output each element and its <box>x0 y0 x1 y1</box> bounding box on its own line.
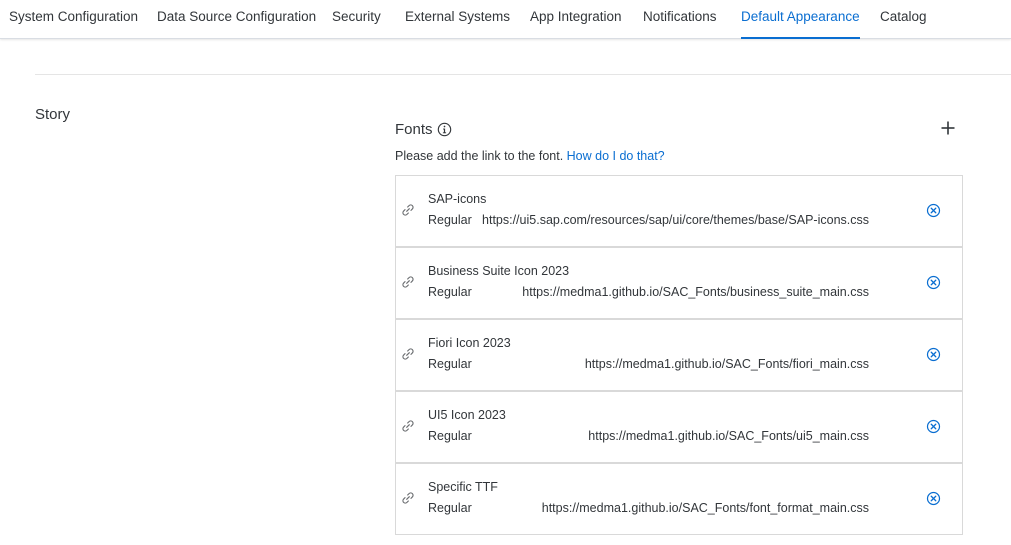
font-name: Business Suite Icon 2023 <box>428 264 570 278</box>
section-divider <box>35 74 1011 75</box>
remove-font-icon[interactable] <box>926 203 941 218</box>
font-list-item[interactable]: SAP-icons Regular https://ui5.sap.com/reso… <box>395 175 963 247</box>
remove-font-icon[interactable] <box>926 419 941 434</box>
font-name: UI5 Icon 2023 <box>428 408 506 422</box>
font-style: Regular <box>428 213 472 227</box>
tab-system-configuration[interactable]: System Configuration <box>9 0 138 39</box>
tab-default-appearance[interactable]: Default Appearance <box>741 0 860 39</box>
how-do-i-do-that-link[interactable]: How do I do that? <box>567 149 665 163</box>
tab-security[interactable]: Security <box>332 0 381 39</box>
font-list-item[interactable]: Fiori Icon 2023 Regular https://medma1.git… <box>395 319 963 391</box>
tab-app-integration[interactable]: App Integration <box>530 0 622 39</box>
tab-catalog[interactable]: Catalog <box>880 0 927 39</box>
link-icon <box>402 204 414 216</box>
link-icon <box>402 420 414 432</box>
font-name: Fiori Icon 2023 <box>428 336 511 350</box>
settings-tab-bar: System Configuration Data Source Configu… <box>0 0 1011 39</box>
font-name: Specific TTF <box>428 480 498 494</box>
tab-external-systems[interactable]: External Systems <box>405 0 510 39</box>
font-url: https://ui5.sap.com/resources/sap/ui/cor… <box>482 213 869 227</box>
remove-font-icon[interactable] <box>926 491 941 506</box>
link-icon <box>402 492 414 504</box>
font-style: Regular <box>428 429 472 443</box>
remove-font-icon[interactable] <box>926 275 941 290</box>
font-style: Regular <box>428 357 472 371</box>
font-list-item[interactable]: UI5 Icon 2023 Regular https://medma1.githu… <box>395 391 963 463</box>
link-icon <box>402 276 414 288</box>
font-style: Regular <box>428 285 472 299</box>
font-url: https://medma1.github.io/SAC_Fonts/busin… <box>522 285 869 299</box>
font-list-item[interactable]: Business Suite Icon 2023 Regular https://m… <box>395 247 963 319</box>
font-url: https://medma1.github.io/SAC_Fonts/font_… <box>541 501 869 515</box>
fonts-header: Fonts <box>395 121 452 138</box>
add-font-button[interactable] <box>938 118 958 138</box>
font-name: SAP-icons <box>428 192 487 206</box>
info-icon[interactable] <box>437 122 452 137</box>
link-icon <box>402 348 414 360</box>
hint-text: Please add the link to the font. <box>395 149 564 163</box>
font-list-item[interactable]: Specific TTF Regular https://medma1.github… <box>395 463 963 535</box>
tab-notifications[interactable]: Notifications <box>643 0 717 39</box>
section-title: Story <box>35 106 71 123</box>
font-url: https://medma1.github.io/SAC_Fonts/ui5_m… <box>588 429 869 443</box>
remove-font-icon[interactable] <box>926 347 941 362</box>
fonts-hint: Please add the link to the font. How do … <box>395 149 665 163</box>
tab-data-source-configuration[interactable]: Data Source Configuration <box>157 0 316 39</box>
font-style: Regular <box>428 501 472 515</box>
font-url: https://medma1.github.io/SAC_Fonts/fiori… <box>584 357 869 371</box>
fonts-title: Fonts <box>395 121 433 138</box>
